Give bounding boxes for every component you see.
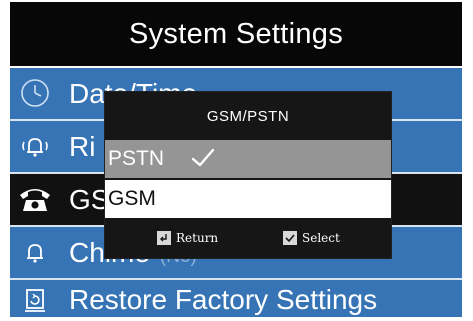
bell-ringing-icon (16, 127, 54, 165)
menu-item-restore-factory-settings[interactable]: Restore Factory Settings (10, 280, 462, 317)
option-gsm[interactable]: GSM (105, 180, 391, 218)
title-bar: System Settings (10, 2, 462, 66)
return-key-icon (157, 231, 171, 245)
option-label: PSTN (108, 147, 165, 170)
gsm-pstn-dialog: GSM/PSTN PSTN GSM Return Select (105, 92, 391, 258)
dialog-footer: Return Select (105, 220, 391, 258)
bell-icon (16, 233, 54, 271)
return-button[interactable]: Return (157, 231, 218, 245)
clock-icon (16, 74, 54, 112)
checkmark-icon (190, 146, 216, 176)
select-key-icon (283, 231, 297, 245)
settings-screen: System Settings Date/Time Ri (10, 2, 462, 317)
option-pstn[interactable]: PSTN (105, 140, 391, 178)
menu-item-label: Restore Factory Settings (69, 284, 378, 315)
menu-item-label: Ri (69, 130, 96, 162)
restore-icon (16, 281, 54, 317)
select-button[interactable]: Select (283, 231, 340, 245)
option-label: GSM (108, 187, 156, 210)
return-label: Return (176, 231, 219, 245)
select-label: Select (302, 231, 340, 245)
telephone-icon (16, 180, 54, 218)
dialog-title: GSM/PSTN (206, 107, 290, 125)
page-title: System Settings (128, 17, 344, 50)
